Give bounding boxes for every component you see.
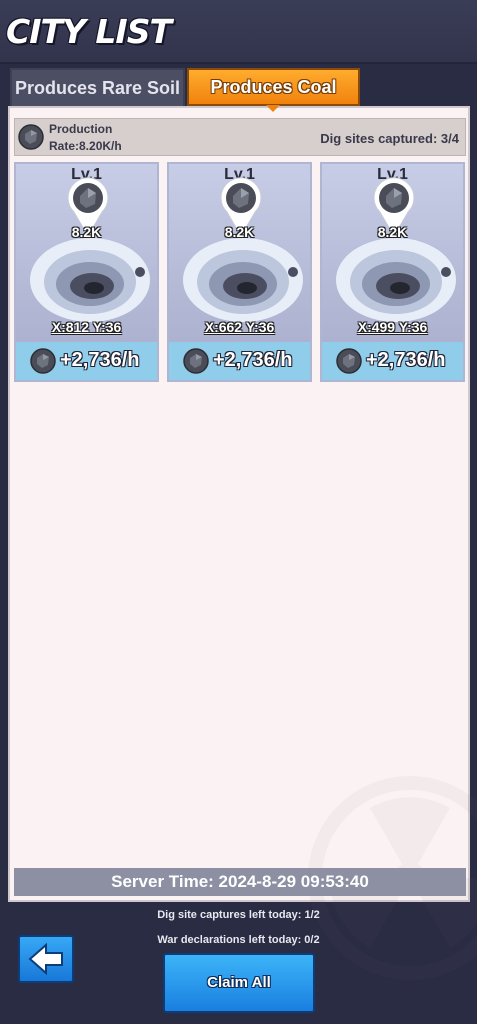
production-label: Production bbox=[49, 122, 113, 136]
site-coordinates[interactable]: X:812 Y:36 bbox=[16, 319, 157, 335]
coal-pit-image bbox=[30, 238, 150, 322]
rate-strip: +2,736/h bbox=[169, 342, 310, 380]
production-summary: Production Rate:8.20K/h Dig sites captur… bbox=[14, 118, 466, 156]
coal-pit-image bbox=[183, 238, 303, 322]
arrow-left-icon bbox=[28, 942, 63, 976]
page-title: CITY LIST bbox=[6, 12, 172, 51]
coal-icon bbox=[18, 124, 44, 150]
stored-amount: 8.2K bbox=[71, 224, 102, 240]
coal-icon bbox=[183, 348, 209, 374]
production-rate-value: +2,736/h bbox=[366, 349, 446, 371]
header-bar: CITY LIST bbox=[0, 0, 477, 64]
production-rate-value: +2,736/h bbox=[60, 349, 140, 371]
coal-pit-image bbox=[336, 238, 456, 322]
stored-amount: 8.2K bbox=[224, 224, 255, 240]
coal-icon bbox=[30, 348, 56, 374]
stored-amount: 8.2K bbox=[377, 224, 408, 240]
dig-sites-captured: Dig sites captured: 3/4 bbox=[320, 131, 459, 146]
coal-icon bbox=[336, 348, 362, 374]
tab-produces-rare-soil[interactable]: Produces Rare Soil bbox=[10, 68, 185, 106]
tab-produces-coal[interactable]: Produces Coal bbox=[187, 68, 360, 106]
dig-site-card[interactable]: Lv.1 8.2K X:662 Y:36 +2,736/h bbox=[167, 162, 312, 382]
active-tab-indicator bbox=[266, 105, 280, 112]
production-rate-value: +2,736/h bbox=[213, 349, 293, 371]
city-list-panel: Production Rate:8.20K/h Dig sites captur… bbox=[8, 106, 477, 980]
site-coordinates[interactable]: X:499 Y:36 bbox=[322, 319, 463, 335]
back-button[interactable] bbox=[18, 935, 74, 983]
production-rate: Rate:8.20K/h bbox=[49, 139, 122, 153]
dig-site-card[interactable]: Lv.1 8.2K X:499 Y:36 +2,736/h bbox=[320, 162, 465, 382]
captures-left-text: Dig site captures left today: 1/2 bbox=[157, 909, 320, 921]
server-time: Server Time: 2024-8-29 09:53:40 bbox=[14, 868, 466, 896]
rate-strip: +2,736/h bbox=[322, 342, 463, 380]
rate-strip: +2,736/h bbox=[16, 342, 157, 380]
site-coordinates[interactable]: X:662 Y:36 bbox=[169, 319, 310, 335]
claim-all-button[interactable]: Claim All bbox=[163, 953, 315, 1013]
dig-site-card[interactable]: Lv.1 8.2K X:812 Y:36 +2,736/h bbox=[14, 162, 159, 382]
